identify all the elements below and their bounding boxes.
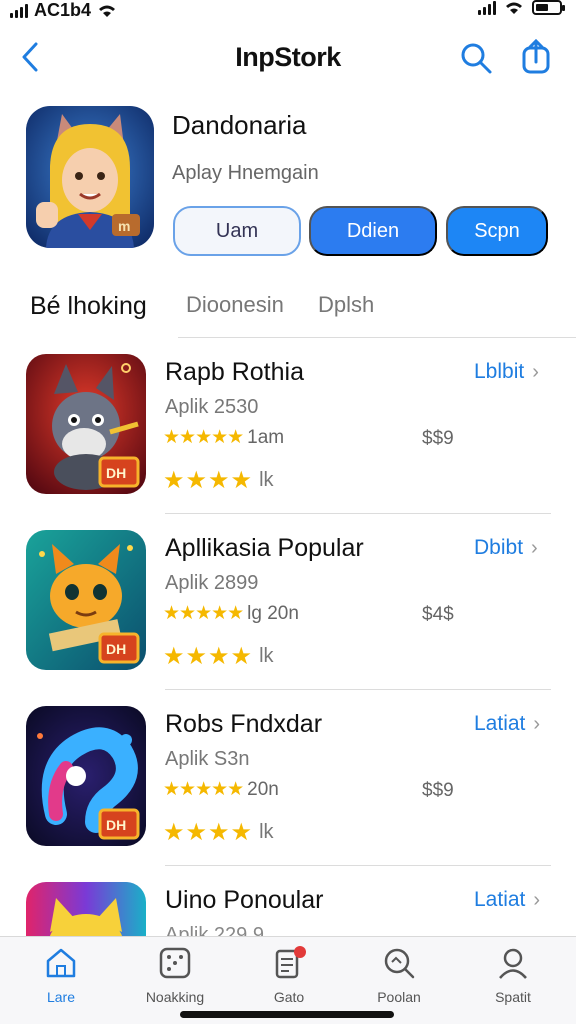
signal-icon — [478, 0, 496, 15]
wifi-icon — [99, 5, 116, 17]
svg-text:DH: DH — [106, 641, 126, 657]
app-subtitle: Aplik 2899 — [165, 572, 259, 594]
search-icon[interactable] — [458, 40, 494, 76]
featured-app-icon[interactable]: m — [26, 106, 154, 248]
tab-looking[interactable]: Bé lhoking — [30, 292, 147, 321]
chevron-right-icon: › — [533, 712, 541, 735]
get-link[interactable]: Dbibt › — [474, 536, 538, 560]
tab-bar-item-home[interactable]: Lare — [16, 945, 106, 1005]
list-badge-icon — [275, 946, 306, 979]
tab-bar-label: Poolan — [377, 989, 421, 1005]
signal-icon — [10, 3, 28, 18]
tab-bar-item-games[interactable]: Gato — [244, 945, 334, 1005]
svg-text:m: m — [118, 218, 130, 234]
home-icon — [46, 948, 76, 978]
app-title: Robs Fndxdar — [165, 710, 323, 738]
get-link-label: Lblbit — [474, 360, 525, 383]
get-link-label: Dbibt — [474, 536, 524, 559]
home-indicator — [180, 1011, 394, 1018]
app-title: Apllikasia Popular — [165, 534, 364, 562]
carrier-text: AC1b4 — [34, 0, 92, 20]
app-title: Rapb Rothia — [165, 358, 304, 386]
rating-text: 20n — [247, 778, 279, 800]
divider — [165, 513, 551, 514]
rating-row: ★★★★★ 1am — [163, 426, 284, 449]
primary-action-button[interactable]: Ddien — [309, 206, 437, 256]
price-label: $$9 — [422, 780, 454, 801]
get-link[interactable]: Latiat › — [474, 712, 540, 736]
rating-text: 1am — [247, 426, 285, 448]
app-icon: DH — [26, 354, 146, 494]
tab-bar-label: Spatit — [495, 989, 531, 1005]
rating-row-secondary: ★★★★ lk — [163, 466, 274, 495]
outline-action-button[interactable]: Uam — [173, 206, 301, 256]
dice-icon — [159, 947, 191, 979]
get-link[interactable]: Lblbit › — [474, 360, 539, 384]
app-icon: DH — [26, 530, 146, 670]
secondary-action-button[interactable]: Scpn — [446, 206, 548, 256]
status-right — [478, 0, 565, 15]
price-label: $$9 — [422, 428, 454, 449]
rating-row: ★★★★★ lg 20n — [163, 602, 299, 625]
rating-row: ★★★★★ 20n — [163, 778, 279, 801]
star-rating-icon: ★★★★ — [163, 643, 254, 670]
battery-icon — [532, 0, 565, 15]
chevron-right-icon: › — [532, 360, 539, 383]
star-rating-icon: ★★★★★ — [163, 427, 244, 448]
rating-row-secondary: ★★★★ lk — [163, 642, 274, 671]
segment-tabs: Bé lhoking Dioonesin Dplsh — [0, 290, 576, 340]
divider — [165, 865, 551, 866]
get-link-label: Latiat — [474, 712, 526, 735]
tab-bar-item-profile[interactable]: Spatit — [468, 945, 558, 1005]
star-rating-icon: ★★★★★ — [163, 779, 244, 800]
svg-text:DH: DH — [106, 465, 126, 481]
list-item[interactable]: DH Rapb Rothia Aplik 2530 ★★★★★ 1am $$9 … — [0, 354, 576, 529]
chevron-right-icon: › — [533, 888, 541, 911]
svg-text:DH: DH — [106, 817, 126, 833]
rating-text: lg 20n — [247, 602, 299, 624]
app-title: Uino Ponoular — [165, 886, 324, 914]
status-bar: AC1b4 — [0, 0, 576, 22]
tab-bar-item-explore[interactable]: Poolan — [354, 945, 444, 1005]
person-icon — [499, 948, 527, 979]
rating-row-secondary: ★★★★ lk — [163, 818, 274, 847]
app-icon: DH — [26, 706, 146, 846]
review-count: lk — [259, 469, 274, 491]
star-rating-icon: ★★★★ — [163, 467, 254, 494]
wifi-icon — [506, 2, 522, 14]
star-rating-icon: ★★★★★ — [163, 603, 244, 624]
tab-bar-label: Lare — [46, 989, 76, 1005]
tab-bar-label: Gato — [273, 989, 305, 1005]
review-count: lk — [259, 821, 274, 843]
tab-second[interactable]: Dioonesin — [186, 292, 284, 318]
price-label: $4$ — [422, 604, 454, 625]
list-item[interactable]: DH Apllikasia Popular Aplik 2899 ★★★★★ l… — [0, 530, 576, 705]
divider — [165, 689, 551, 690]
tab-bar-item-ranking[interactable]: Noakking — [130, 945, 220, 1005]
get-link-label: Latiat — [474, 888, 526, 911]
list-item[interactable]: DH Robs Fndxdar Aplik S3n ★★★★★ 20n $$9 … — [0, 706, 576, 881]
review-count: lk — [259, 645, 274, 667]
tab-bar-label: Noakking — [145, 989, 205, 1005]
chevron-right-icon: › — [531, 536, 538, 559]
status-left: AC1b4 — [10, 0, 117, 21]
featured-app-title: Dandonaria — [172, 110, 307, 140]
tab-third[interactable]: Dplsh — [318, 292, 374, 318]
app-subtitle: Aplik 2530 — [165, 396, 259, 418]
featured-app-subtitle: Aplay Hnemgain — [172, 162, 319, 184]
get-link[interactable]: Latiat › — [474, 888, 540, 912]
divider — [178, 337, 576, 338]
star-rating-icon: ★★★★ — [163, 819, 254, 846]
search-circle-icon — [384, 948, 415, 979]
nav-bar: InpStork — [0, 30, 576, 86]
share-icon[interactable] — [518, 38, 554, 76]
app-subtitle: Aplik S3n — [165, 748, 250, 770]
